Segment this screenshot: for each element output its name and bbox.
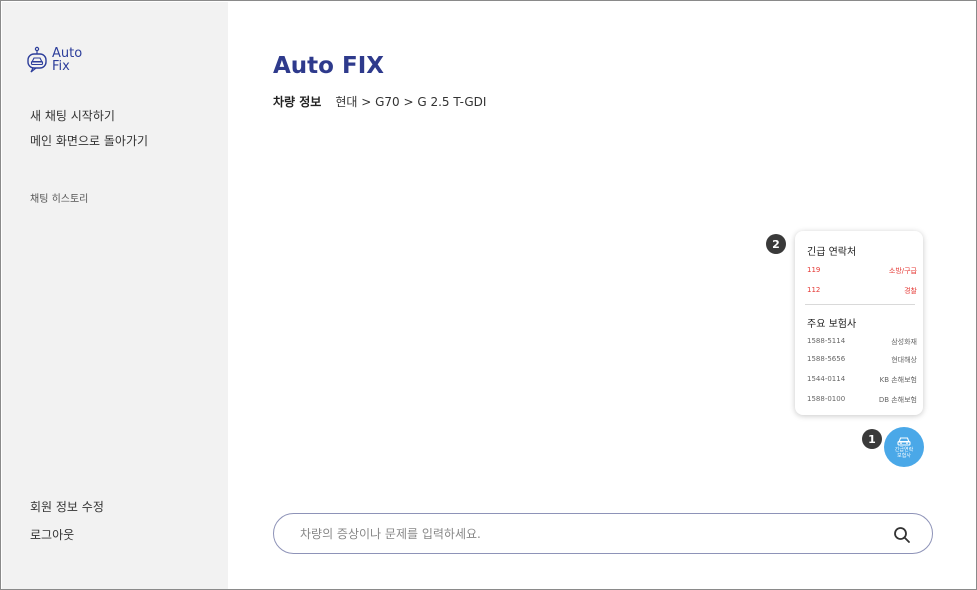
emergency-name: 소방/구급 <box>888 267 917 275</box>
insurer-row[interactable]: 1588-5114 삼성화재 <box>807 337 917 347</box>
chat-history-label: 채팅 히스토리 <box>30 194 89 205</box>
emergency-row[interactable]: 119 소방/구급 <box>807 266 917 276</box>
search-icon[interactable] <box>893 526 911 544</box>
page-title: Auto FIX <box>273 53 384 79</box>
insurer-row[interactable]: 1588-0100 DB 손해보험 <box>807 395 917 405</box>
vehicle-info: 차량 정보 현대 > G70 > G 2.5 T-GDI <box>273 93 486 110</box>
insurer-number: 1588-5656 <box>807 355 846 363</box>
insurer-number: 1588-5114 <box>807 337 846 345</box>
emergency-row[interactable]: 112 경찰 <box>807 286 917 296</box>
emergency-number: 112 <box>807 286 821 294</box>
card-divider <box>805 304 915 305</box>
step-badge-2: 2 <box>766 234 786 254</box>
insurer-name: KB 손해보험 <box>879 376 917 384</box>
vehicle-info-value: 현대 > G70 > G 2.5 T-GDI <box>335 95 487 109</box>
insurer-name: 삼성화재 <box>891 338 917 346</box>
vehicle-info-label: 차량 정보 <box>273 95 322 109</box>
insurer-row[interactable]: 1588-5656 현대해상 <box>807 355 917 365</box>
insurer-number: 1588-0100 <box>807 395 846 403</box>
app-window: Auto Fix 새 채팅 시작하기 메인 화면으로 돌아가기 채팅 히스토리 … <box>0 0 977 590</box>
edit-profile-link[interactable]: 회원 정보 수정 <box>30 498 104 515</box>
emergency-contact-button[interactable]: 긴급연락 보험사 <box>884 427 924 467</box>
insurer-row[interactable]: 1544-0114 KB 손해보험 <box>807 375 917 385</box>
car-icon <box>897 437 911 446</box>
insurer-number: 1544-0114 <box>807 375 846 383</box>
step-badge-1: 1 <box>862 429 882 449</box>
back-home-link[interactable]: 메인 화면으로 돌아가기 <box>30 132 148 149</box>
logout-link[interactable]: 로그아웃 <box>30 526 74 543</box>
symptom-input[interactable] <box>274 514 864 553</box>
new-chat-link[interactable]: 새 채팅 시작하기 <box>30 107 115 124</box>
sidebar: Auto Fix 새 채팅 시작하기 메인 화면으로 돌아가기 채팅 히스토리 … <box>2 2 228 589</box>
emergency-contact-card: 긴급 연락처 119 소방/구급 112 경찰 주요 보험사 1588-5114… <box>795 231 923 415</box>
search-bar <box>273 513 933 554</box>
car-chat-logo-icon <box>27 46 47 73</box>
insurer-name: 현대해상 <box>891 356 917 364</box>
insurer-name: DB 손해보험 <box>878 396 917 404</box>
insurers-title: 주요 보험사 <box>807 319 857 330</box>
emergency-name: 경찰 <box>904 287 917 295</box>
emergency-button-label-line2: 보험사 <box>897 453 911 459</box>
logo-text-line2: Fix <box>52 59 70 74</box>
emergency-number: 119 <box>807 266 821 274</box>
emergency-contacts-title: 긴급 연락처 <box>807 247 857 258</box>
logo-text: Auto Fix <box>52 47 82 73</box>
logo[interactable]: Auto Fix <box>26 46 82 74</box>
